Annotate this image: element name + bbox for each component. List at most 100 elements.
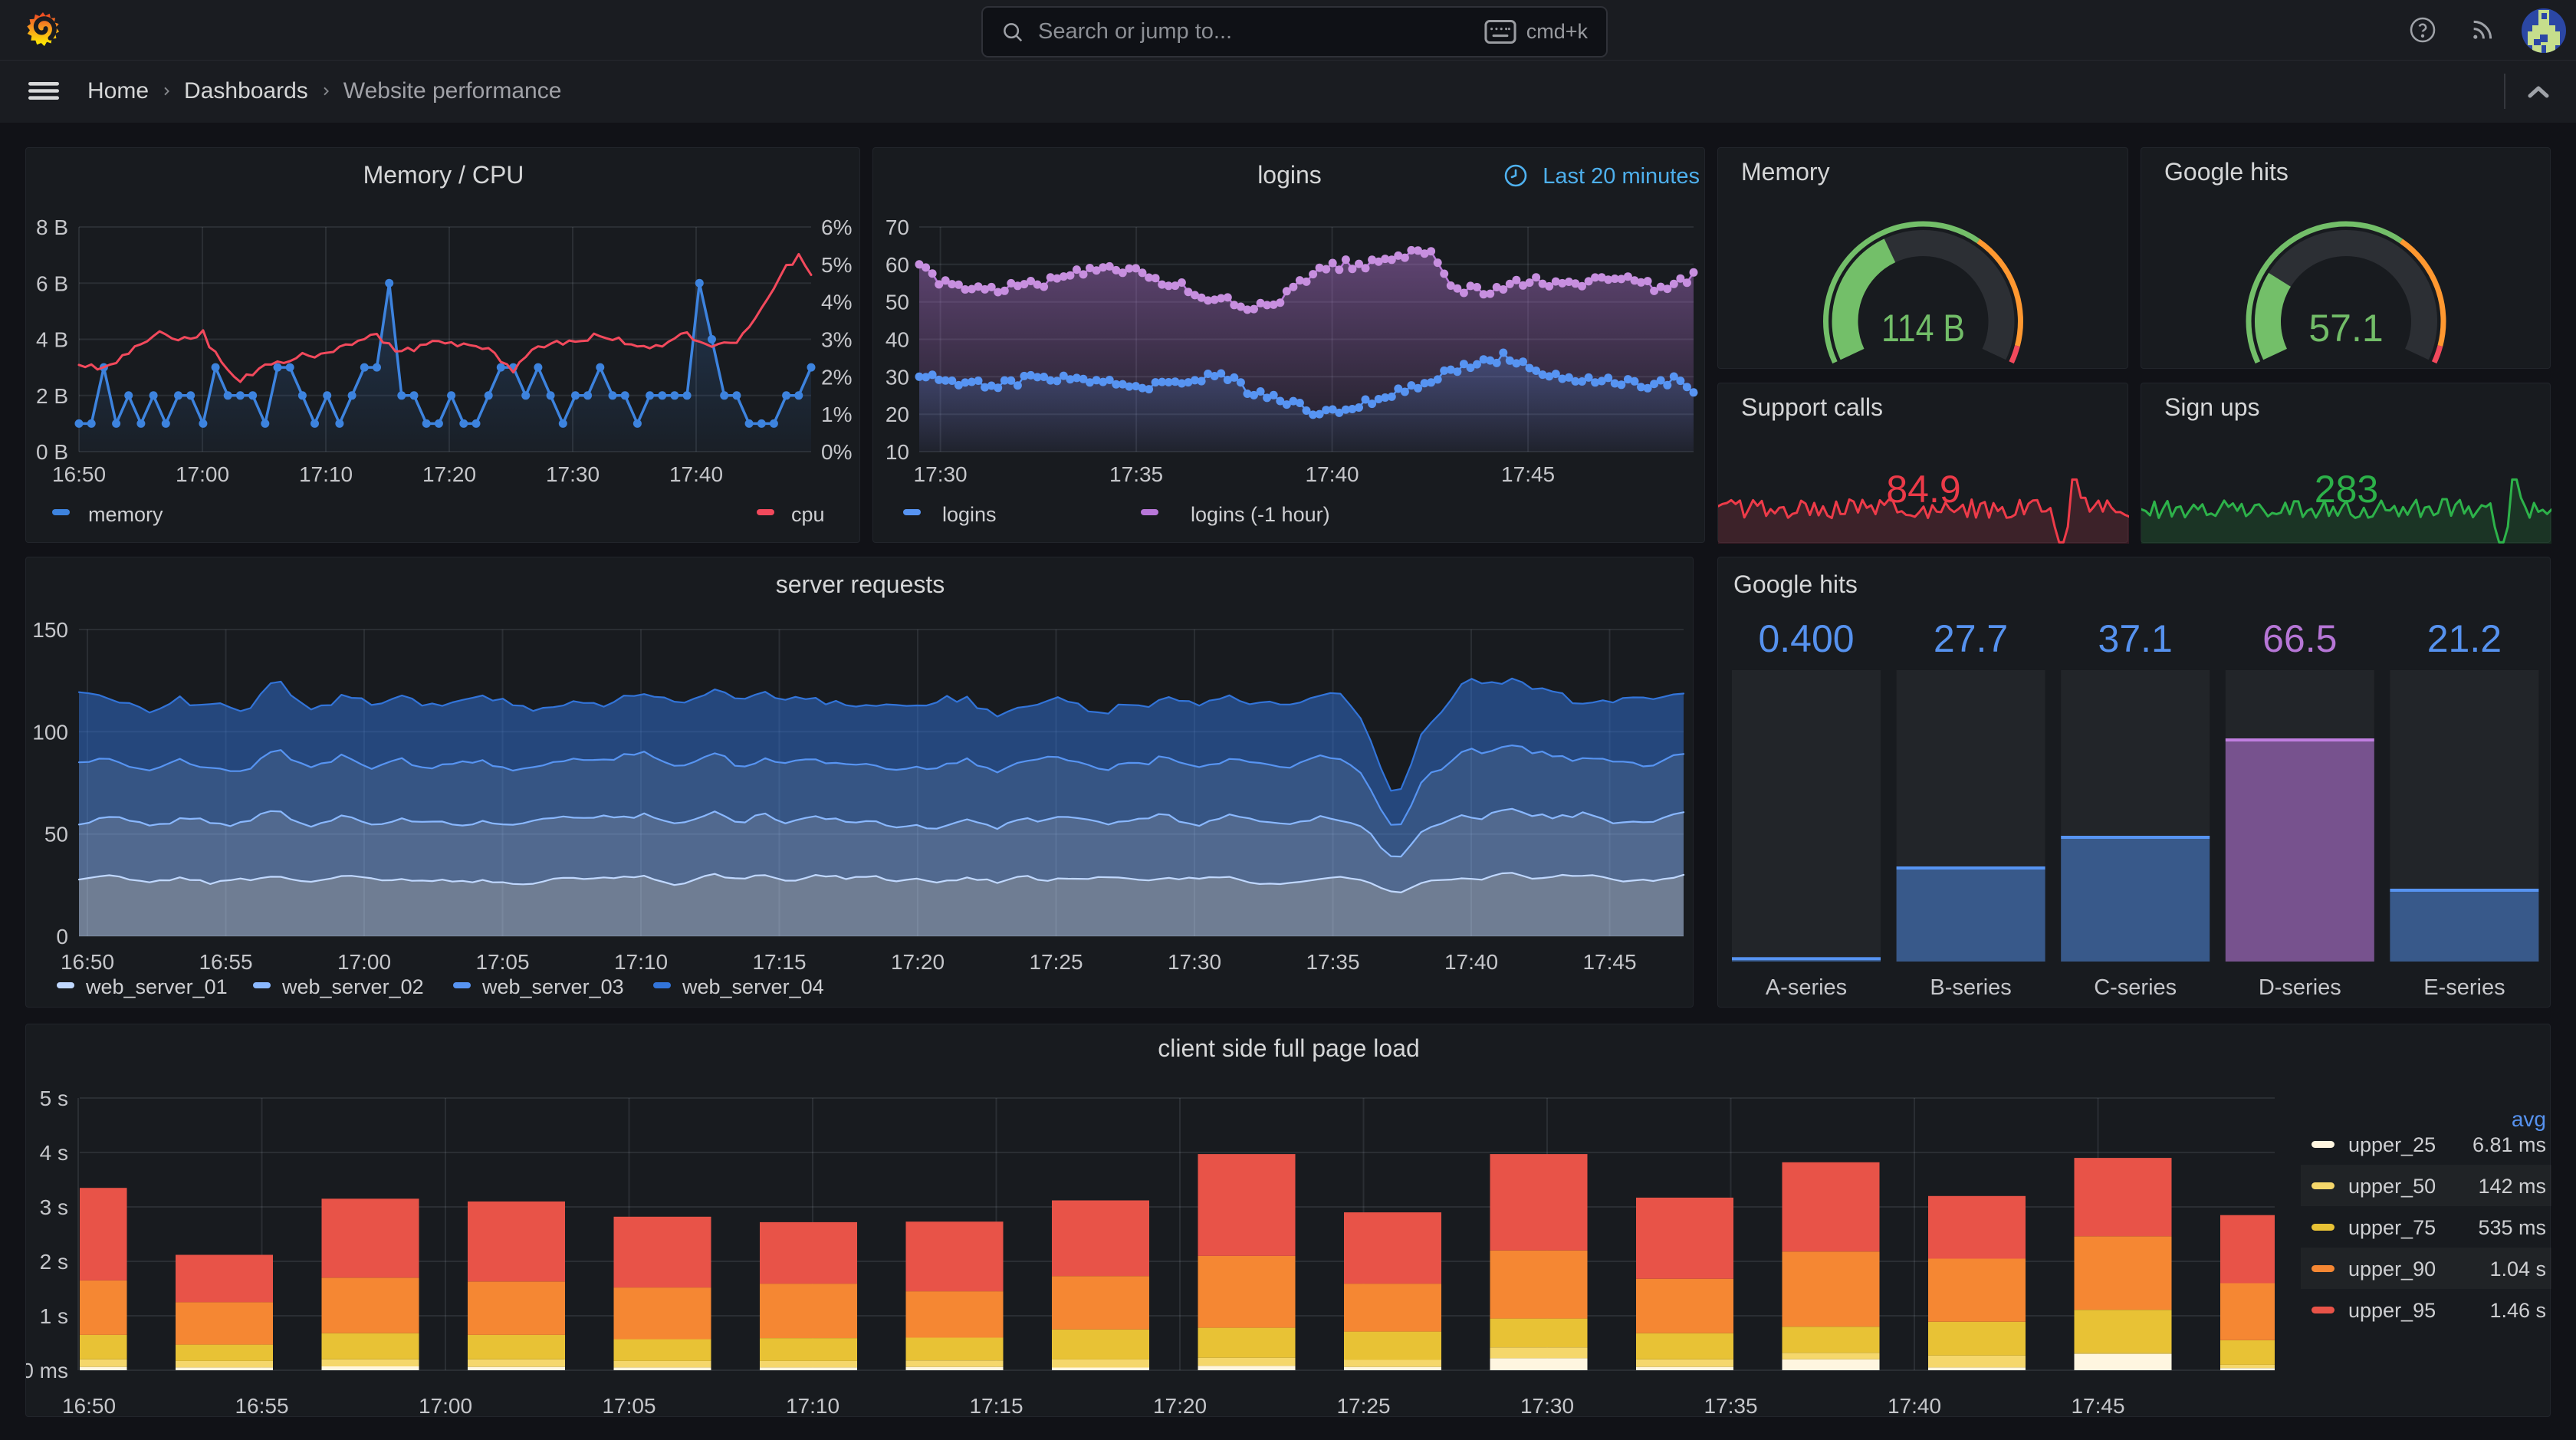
- svg-text:17:30: 17:30: [546, 462, 600, 486]
- svg-text:upper_95: upper_95: [2348, 1299, 2436, 1322]
- svg-text:17:10: 17:10: [786, 1394, 840, 1418]
- svg-text:17:40: 17:40: [1888, 1394, 1941, 1418]
- svg-text:17:30: 17:30: [1520, 1394, 1574, 1418]
- svg-text:5 s: 5 s: [40, 1087, 68, 1110]
- svg-text:Sign ups: Sign ups: [2164, 393, 2260, 421]
- svg-text:17:45: 17:45: [2071, 1394, 2124, 1418]
- svg-text:17:15: 17:15: [752, 950, 806, 974]
- svg-text:cpu: cpu: [791, 503, 825, 526]
- svg-text:37.1: 37.1: [2098, 617, 2173, 660]
- svg-text:17:35: 17:35: [1306, 950, 1359, 974]
- svg-text:17:20: 17:20: [1153, 1394, 1207, 1418]
- svg-text:27.7: 27.7: [1934, 617, 2008, 660]
- svg-text:57.1: 57.1: [2308, 307, 2383, 350]
- svg-text:17:40: 17:40: [1306, 462, 1359, 486]
- svg-text:17:45: 17:45: [1501, 462, 1555, 486]
- svg-text:17:00: 17:00: [337, 950, 391, 974]
- svg-text:logins: logins: [1257, 161, 1322, 189]
- svg-text:17:00: 17:00: [176, 462, 229, 486]
- svg-text:0.400: 0.400: [1758, 617, 1854, 660]
- svg-text:66.5: 66.5: [2262, 617, 2337, 660]
- svg-text:17:40: 17:40: [1444, 950, 1498, 974]
- svg-text:30: 30: [886, 365, 909, 389]
- svg-text:20: 20: [886, 403, 909, 426]
- svg-text:3%: 3%: [821, 328, 852, 352]
- svg-text:web_server_02: web_server_02: [281, 975, 424, 998]
- svg-text:0%: 0%: [821, 440, 852, 464]
- svg-text:upper_25: upper_25: [2348, 1133, 2436, 1156]
- svg-text:17:00: 17:00: [419, 1394, 472, 1418]
- svg-text:web_server_03: web_server_03: [481, 975, 624, 998]
- svg-text:17:30: 17:30: [914, 462, 968, 486]
- svg-text:17:30: 17:30: [1168, 950, 1221, 974]
- svg-text:1.46 s: 1.46 s: [2489, 1299, 2546, 1322]
- svg-text:upper_75: upper_75: [2348, 1216, 2436, 1239]
- svg-text:Support calls: Support calls: [1741, 393, 1883, 421]
- svg-text:client side full page load: client side full page load: [1158, 1034, 1420, 1062]
- svg-text:283: 283: [2315, 468, 2378, 511]
- svg-text:17:15: 17:15: [969, 1394, 1023, 1418]
- svg-text:21.2: 21.2: [2427, 617, 2502, 660]
- svg-text:0 ms: 0 ms: [26, 1359, 68, 1382]
- svg-text:17:20: 17:20: [891, 950, 945, 974]
- svg-text:A-series: A-series: [1766, 975, 1847, 1000]
- svg-text:avg: avg: [2512, 1107, 2546, 1131]
- svg-text:535 ms: 535 ms: [2478, 1216, 2546, 1239]
- svg-text:Memory / CPU: Memory / CPU: [363, 161, 524, 189]
- svg-text:3 s: 3 s: [40, 1195, 68, 1219]
- svg-text:16:55: 16:55: [199, 950, 252, 974]
- svg-text:2 s: 2 s: [40, 1250, 68, 1274]
- svg-text:8 B: 8 B: [36, 215, 68, 239]
- svg-text:150: 150: [32, 618, 68, 642]
- svg-text:Last 20 minutes: Last 20 minutes: [1543, 164, 1700, 189]
- svg-text:0 B: 0 B: [36, 440, 68, 464]
- svg-text:16:50: 16:50: [52, 462, 106, 486]
- svg-text:142 ms: 142 ms: [2478, 1175, 2546, 1198]
- svg-text:17:05: 17:05: [475, 950, 529, 974]
- svg-text:17:10: 17:10: [614, 950, 668, 974]
- svg-text:server requests: server requests: [776, 570, 945, 598]
- svg-text:114 B: 114 B: [1881, 307, 1965, 350]
- svg-text:6%: 6%: [821, 215, 852, 239]
- svg-text:Memory: Memory: [1741, 158, 1830, 186]
- svg-text:17:25: 17:25: [1336, 1394, 1390, 1418]
- svg-text:40: 40: [886, 328, 909, 352]
- svg-text:16:50: 16:50: [61, 950, 114, 974]
- svg-text:17:05: 17:05: [602, 1394, 656, 1418]
- svg-text:17:45: 17:45: [1582, 950, 1636, 974]
- svg-text:1 s: 1 s: [40, 1304, 68, 1328]
- svg-text:1.04 s: 1.04 s: [2489, 1258, 2546, 1281]
- svg-text:6.81 ms: 6.81 ms: [2472, 1133, 2546, 1156]
- svg-text:100: 100: [32, 720, 68, 744]
- svg-text:60: 60: [886, 253, 909, 277]
- svg-text:84.9: 84.9: [1886, 468, 1960, 511]
- svg-text:E-series: E-series: [2423, 975, 2505, 1000]
- svg-text:1%: 1%: [821, 403, 852, 426]
- svg-text:Google hits: Google hits: [1733, 570, 1858, 598]
- svg-text:0: 0: [56, 925, 68, 948]
- svg-text:Google hits: Google hits: [2164, 158, 2288, 186]
- svg-text:logins (-1 hour): logins (-1 hour): [1191, 503, 1330, 526]
- svg-text:6 B: 6 B: [36, 271, 68, 295]
- svg-text:web_server_01: web_server_01: [85, 975, 228, 998]
- svg-text:17:25: 17:25: [1029, 950, 1083, 974]
- svg-text:web_server_04: web_server_04: [682, 975, 824, 998]
- svg-text:17:35: 17:35: [1704, 1394, 1757, 1418]
- svg-text:logins: logins: [942, 503, 997, 526]
- svg-text:C-series: C-series: [2094, 975, 2177, 1000]
- svg-text:16:55: 16:55: [235, 1394, 288, 1418]
- svg-text:memory: memory: [88, 503, 163, 526]
- svg-text:50: 50: [44, 823, 68, 847]
- svg-text:2%: 2%: [821, 365, 852, 389]
- svg-text:10: 10: [886, 440, 909, 464]
- svg-text:17:10: 17:10: [299, 462, 353, 486]
- svg-text:5%: 5%: [821, 253, 852, 277]
- svg-text:2 B: 2 B: [36, 384, 68, 408]
- svg-text:4%: 4%: [821, 291, 852, 314]
- svg-text:50: 50: [886, 291, 909, 314]
- svg-text:4 s: 4 s: [40, 1141, 68, 1165]
- svg-text:17:40: 17:40: [669, 462, 723, 486]
- svg-text:17:20: 17:20: [422, 462, 476, 486]
- svg-text:17:35: 17:35: [1109, 462, 1163, 486]
- svg-text:70: 70: [886, 215, 909, 239]
